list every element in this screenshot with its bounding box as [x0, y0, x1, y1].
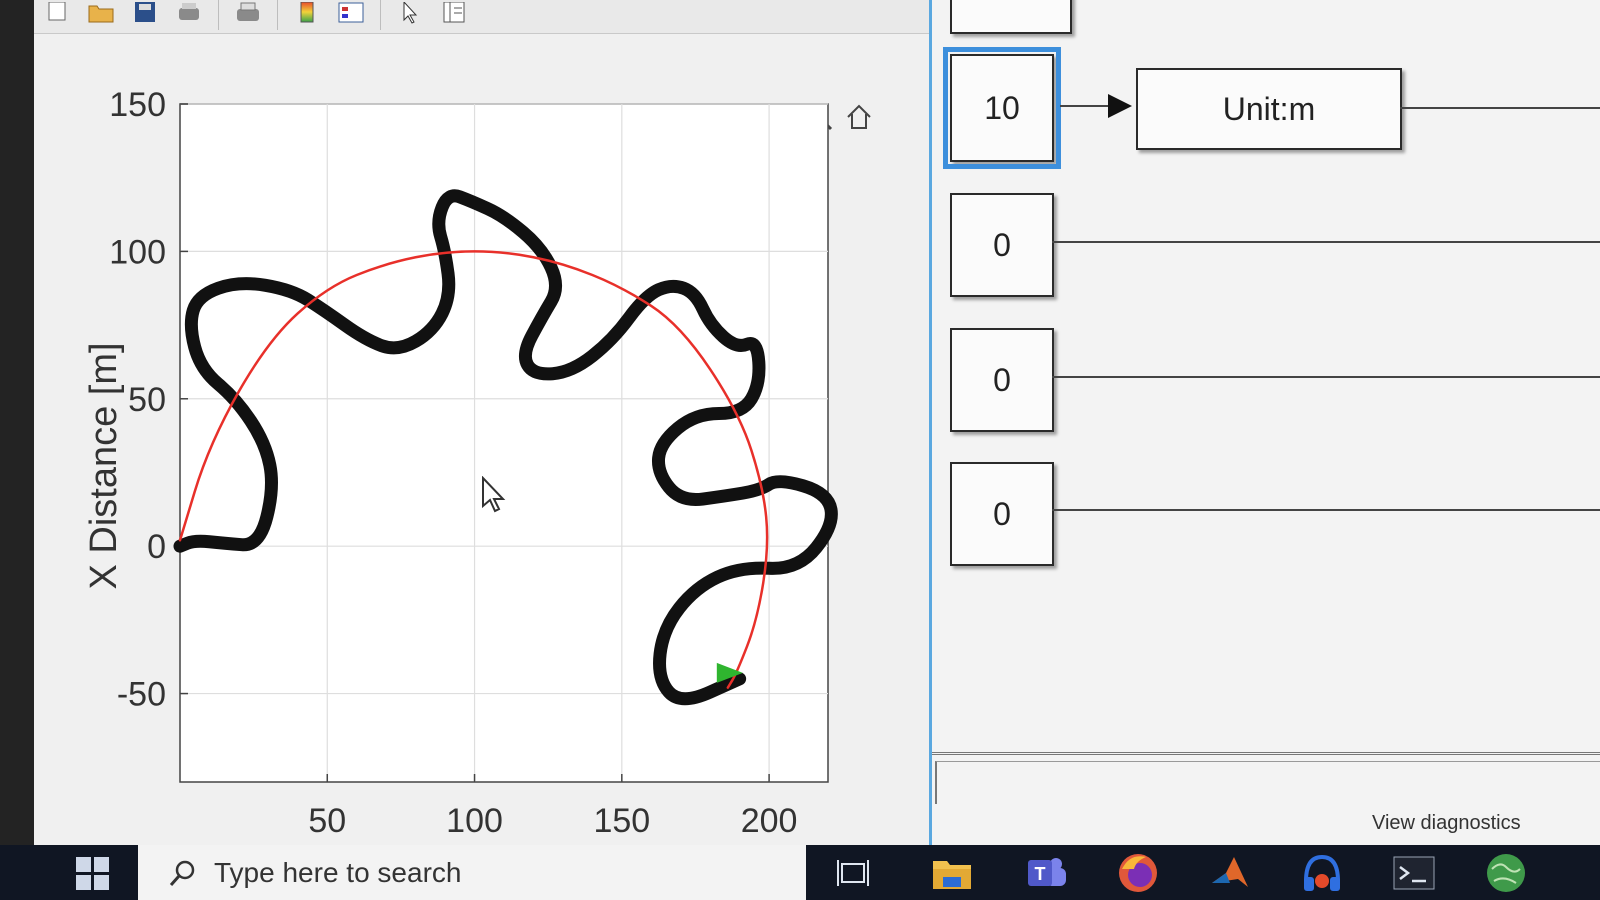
trajectory-chart: X Distance [m] 50 100 150 200 150 100 50 0 -50: [83, 86, 838, 840]
plot-area: X Distance [m] 50 100 150 200 150 100 50 0 -50: [34, 36, 929, 845]
search-icon: [158, 849, 206, 897]
taskbar-search[interactable]: Type here to search: [138, 845, 806, 900]
display-value: 0: [993, 495, 1011, 532]
search-placeholder: Type here to search: [214, 856, 462, 888]
toolbar-separator: [277, 0, 278, 30]
top-block[interactable]: [950, 0, 1072, 34]
display-block-selected[interactable]: 10: [943, 47, 1061, 169]
insert-legend-icon[interactable]: [336, 0, 366, 26]
toolbar-separator: [380, 0, 381, 30]
file-explorer-icon[interactable]: [926, 849, 978, 897]
pointer-icon[interactable]: [395, 0, 425, 26]
display-block[interactable]: 0: [950, 193, 1054, 297]
y-tick-label: 0: [147, 528, 166, 566]
mouse-cursor-icon: [482, 476, 506, 513]
signal-line[interactable]: [1400, 107, 1600, 109]
signal-line[interactable]: [1052, 241, 1600, 243]
printer-icon[interactable]: [233, 0, 263, 26]
open-folder-icon[interactable]: [86, 0, 116, 26]
firefox-icon[interactable]: [1112, 849, 1164, 897]
y-tick-label: 100: [109, 233, 166, 271]
unit-block[interactable]: Unit:m: [1136, 68, 1402, 150]
y-tick-label: -50: [117, 676, 166, 714]
x-tick-label: 50: [308, 802, 346, 840]
arrow-icon: [1108, 94, 1132, 118]
y-tick-label: 150: [109, 86, 166, 124]
new-file-icon[interactable]: [42, 0, 72, 26]
headset-app-icon[interactable]: [1296, 849, 1348, 897]
signal-line[interactable]: [1052, 509, 1600, 511]
diagnostics-bar: [932, 752, 1600, 804]
globe-app-icon[interactable]: [1480, 849, 1532, 897]
y-tick-label: 50: [128, 381, 166, 419]
insert-colorbar-icon[interactable]: [292, 0, 322, 26]
display-value: 10: [984, 89, 1020, 126]
y-axis-label: X Distance [m]: [83, 342, 125, 589]
simulink-canvas: 10 Unit:m 0 0 0 View diagnostics: [929, 0, 1600, 845]
view-diagnostics-link[interactable]: View diagnostics: [1372, 812, 1521, 835]
print-icon[interactable]: [174, 0, 204, 26]
windows-start-icon[interactable]: [70, 851, 116, 897]
display-block[interactable]: 0: [950, 328, 1054, 432]
figure-toolbar: [34, 0, 929, 34]
signal-line[interactable]: [1060, 105, 1112, 107]
task-view-icon[interactable]: [828, 849, 880, 897]
display-block[interactable]: 0: [950, 462, 1054, 566]
x-tick-label: 150: [593, 802, 650, 840]
figure-window: X Distance [m] 50 100 150 200 150 100 50 0 -50: [34, 0, 929, 845]
svg-text:T: T: [1035, 864, 1046, 884]
toolbar-separator: [218, 0, 219, 30]
x-tick-label: 100: [446, 802, 503, 840]
signal-line[interactable]: [1052, 376, 1600, 378]
display-value: 0: [993, 361, 1011, 398]
teams-icon[interactable]: T: [1020, 849, 1072, 897]
save-icon[interactable]: [130, 0, 160, 26]
x-tick-label: 200: [741, 802, 798, 840]
matlab-icon[interactable]: [1204, 849, 1256, 897]
property-inspector-icon[interactable]: [439, 0, 469, 26]
taskbar: Type here to search T: [0, 845, 1600, 900]
display-value: 0: [993, 226, 1011, 263]
terminal-icon[interactable]: [1388, 849, 1440, 897]
unit-label: Unit:m: [1222, 90, 1316, 127]
